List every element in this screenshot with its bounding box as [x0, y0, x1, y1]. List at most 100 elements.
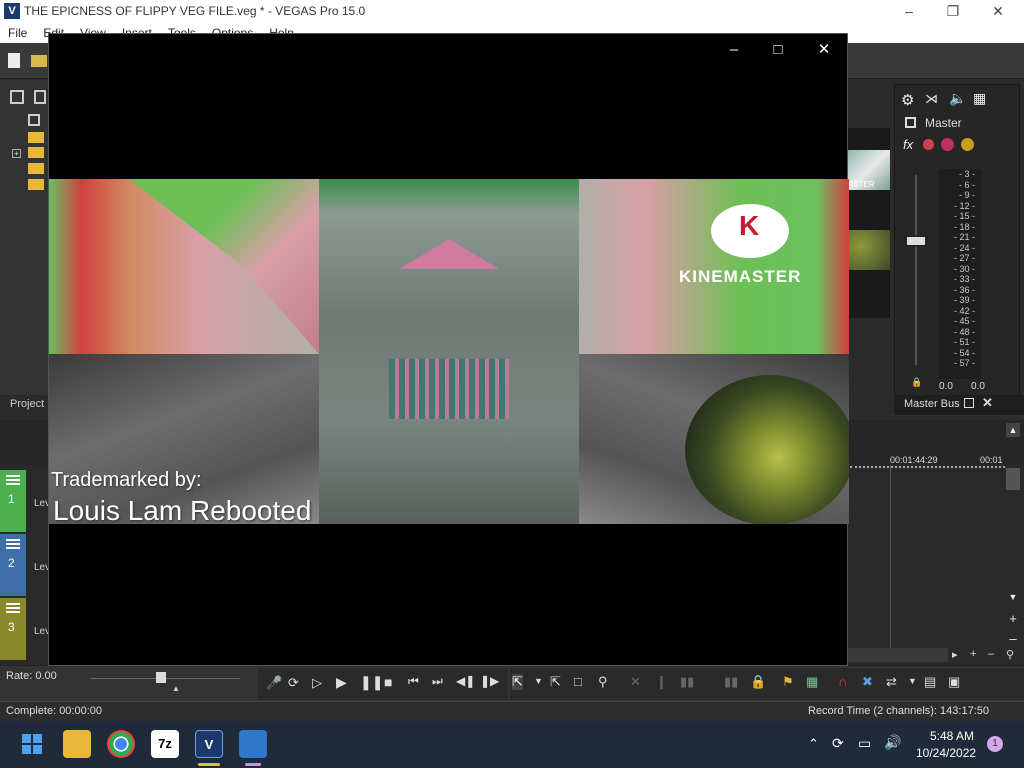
- lock-envelopes-icon[interactable]: ▤: [924, 674, 936, 690]
- chevron-up-icon[interactable]: ⌃: [808, 736, 819, 752]
- next-frame-icon[interactable]: ❚▶: [480, 674, 499, 688]
- ripple-icon[interactable]: ⇄: [886, 674, 897, 690]
- go-to-start-icon[interactable]: ⏮: [408, 674, 419, 689]
- copy-icon[interactable]: [28, 114, 40, 126]
- video-region: [319, 179, 579, 524]
- previous-frame-icon[interactable]: ◀❚: [456, 674, 475, 688]
- video-player-icon[interactable]: [239, 730, 267, 758]
- scroll-up-icon[interactable]: ▲: [1006, 423, 1020, 437]
- scroll-down-icon[interactable]: ▼: [1006, 592, 1020, 606]
- open-folder-icon[interactable]: [31, 55, 47, 67]
- envelope-tool-icon[interactable]: ⇱: [550, 674, 561, 690]
- delete-icon[interactable]: ✕: [630, 674, 641, 690]
- split-icon[interactable]: ▮▮: [680, 674, 694, 690]
- folder-icon[interactable]: [28, 132, 44, 143]
- zoom-tool-icon[interactable]: ⚲: [598, 674, 608, 690]
- zoom-out-icon[interactable]: –: [988, 648, 994, 660]
- zoom-in-icon[interactable]: +: [970, 648, 976, 660]
- folder-icon[interactable]: [28, 179, 44, 190]
- zoom-out-icon[interactable]: –: [1006, 632, 1020, 646]
- play-from-start-icon[interactable]: ▷: [312, 675, 322, 691]
- chevron-down-icon[interactable]: ▼: [534, 676, 543, 686]
- watermark-text: KINEMASTER: [679, 267, 802, 286]
- fader-handle[interactable]: [905, 235, 927, 247]
- solo-icon[interactable]: ⋊: [925, 91, 938, 107]
- gear-icon[interactable]: ⚙: [901, 91, 914, 109]
- sync-icon[interactable]: ⟳: [832, 735, 844, 752]
- menu-icon[interactable]: [6, 603, 20, 605]
- snapping-icon[interactable]: ∩: [838, 674, 847, 689]
- folder-icon[interactable]: [28, 163, 44, 174]
- thumbnail-image[interactable]: ASTER: [848, 150, 890, 190]
- tab-project[interactable]: Project: [0, 395, 48, 415]
- fx-icon[interactable]: fx: [903, 137, 913, 152]
- menu-icon[interactable]: [6, 539, 20, 541]
- minimize-button[interactable]: –: [886, 0, 932, 23]
- menu-file[interactable]: File: [8, 26, 27, 40]
- maximize-button[interactable]: □: [755, 38, 801, 62]
- lock-icon[interactable]: 🔒: [911, 377, 922, 388]
- track-header[interactable]: 3 Lev: [0, 598, 50, 660]
- record-icon[interactable]: 🎤: [266, 675, 282, 691]
- rate-slider-handle[interactable]: [156, 672, 166, 683]
- play-icon[interactable]: ▶: [336, 674, 347, 691]
- normal-edit-tool-icon[interactable]: ⇱: [512, 674, 523, 690]
- close-icon[interactable]: ✕: [982, 395, 993, 411]
- folder-icon[interactable]: [28, 147, 44, 158]
- pause-icon[interactable]: ❚❚: [360, 674, 383, 691]
- speaker-icon[interactable]: 🔈: [949, 90, 966, 107]
- master-label: Master: [925, 116, 962, 130]
- volume-icon[interactable]: 🔊: [884, 734, 901, 751]
- auto-crossfade-icon[interactable]: ✖: [862, 674, 873, 690]
- close-button[interactable]: ✕: [975, 0, 1021, 23]
- vegas-taskbar-icon[interactable]: V: [195, 730, 223, 758]
- monitor-icon[interactable]: ▭: [858, 735, 871, 752]
- video-region: [389, 359, 509, 419]
- trim-icon[interactable]: ❙: [656, 674, 667, 690]
- clock-time[interactable]: 5:48 AM: [930, 729, 974, 743]
- media-icon[interactable]: [34, 90, 46, 104]
- go-to-end-icon[interactable]: ⏭: [432, 674, 443, 689]
- maximize-button[interactable]: ❐: [930, 0, 976, 23]
- menu-icon[interactable]: [6, 475, 20, 477]
- scroll-right-icon[interactable]: ▸: [952, 648, 958, 661]
- file-explorer-icon[interactable]: [63, 730, 91, 758]
- plugin-icon[interactable]: [961, 138, 974, 151]
- marker-icon[interactable]: ⚑: [782, 674, 794, 690]
- zoom-in-icon[interactable]: +: [1006, 612, 1020, 626]
- timeline-ruler: 00:01:44:29 00:01: [850, 455, 1005, 478]
- chrome-icon[interactable]: [107, 730, 135, 758]
- loop-icon[interactable]: ⟳: [288, 675, 299, 691]
- lock-icon[interactable]: 🔒: [750, 674, 766, 690]
- expand-icon[interactable]: +: [12, 149, 21, 158]
- trim-start-icon[interactable]: ▮▮: [724, 674, 738, 690]
- master-bus-label[interactable]: Master Bus: [904, 398, 960, 410]
- plugin-icon[interactable]: [941, 138, 954, 151]
- meter-scale-tick: - 6 -: [958, 179, 975, 190]
- window-icon[interactable]: [964, 398, 974, 408]
- stop-icon[interactable]: ■: [384, 674, 392, 690]
- chevron-down-icon[interactable]: ▼: [908, 676, 917, 686]
- notification-badge[interactable]: 1: [987, 736, 1003, 752]
- minimize-button[interactable]: –: [711, 38, 757, 62]
- ignore-grouping-icon[interactable]: ▣: [948, 674, 960, 690]
- close-button[interactable]: ✕: [801, 38, 847, 62]
- region-icon[interactable]: ▦: [806, 674, 818, 690]
- track-header[interactable]: 2 Lev: [0, 534, 50, 596]
- horizontal-scrollbar[interactable]: [848, 648, 948, 662]
- master-checkbox[interactable]: [905, 117, 916, 128]
- new-file-icon[interactable]: [8, 53, 20, 68]
- video-preview-window[interactable]: – □ ✕ K KINEMASTER Trademarked by: Louis…: [48, 33, 849, 666]
- 7zip-icon[interactable]: 7z: [151, 730, 179, 758]
- thumbnail-image[interactable]: [848, 230, 890, 270]
- plugin-icon[interactable]: [923, 139, 934, 150]
- explorer-icon[interactable]: [10, 90, 24, 104]
- clock-date[interactable]: 10/24/2022: [916, 746, 976, 760]
- windows-start-icon[interactable]: [18, 730, 46, 758]
- vertical-scrollbar-thumb[interactable]: [1006, 468, 1020, 490]
- track-header[interactable]: 1 Lev: [0, 470, 50, 532]
- track-number: 1: [8, 492, 15, 506]
- mixer-icon[interactable]: ▦: [973, 90, 986, 107]
- magnifier-icon[interactable]: ⚲: [1006, 648, 1014, 661]
- selection-tool-icon[interactable]: □: [574, 674, 582, 689]
